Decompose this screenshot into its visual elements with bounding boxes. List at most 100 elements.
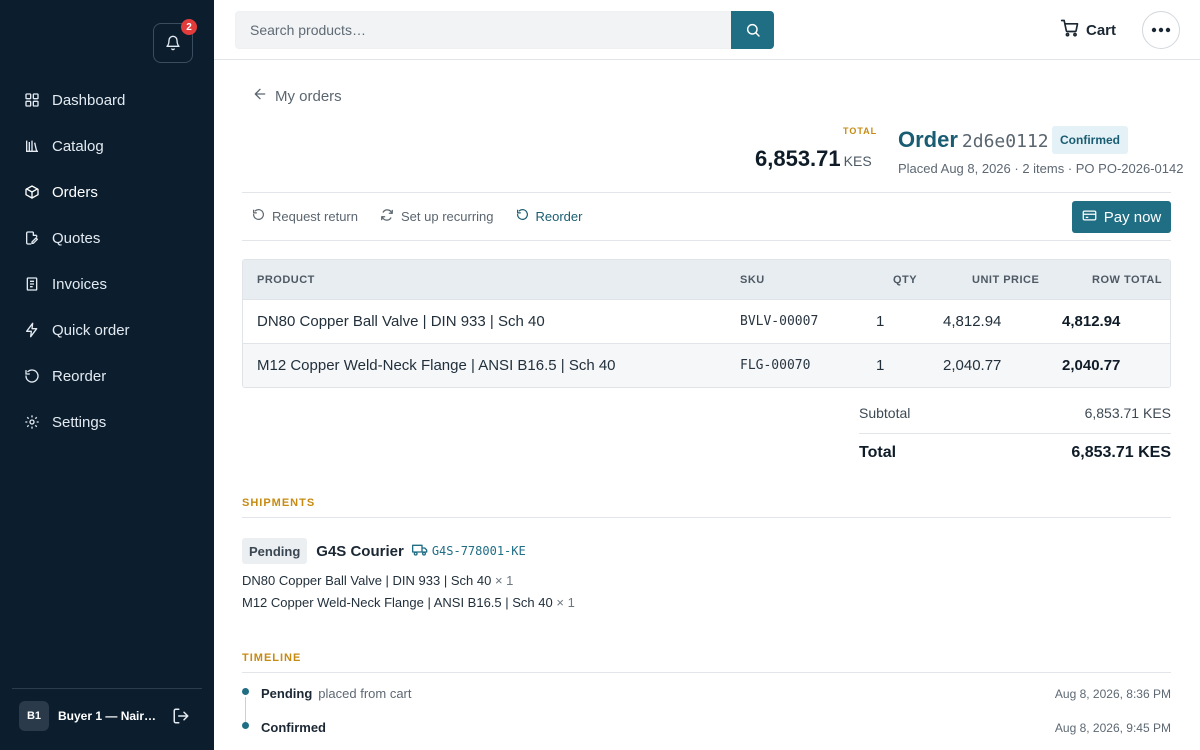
request-return-button[interactable]: Request return <box>252 208 358 224</box>
timeline-dot <box>242 722 249 729</box>
timeline-event: Pending placed from cart <box>261 686 411 701</box>
product-sku: FLG-00070 <box>740 358 811 373</box>
quote-icon <box>24 230 40 246</box>
setup-recurring-label: Set up recurring <box>401 208 494 224</box>
sidebar-item-label: Orders <box>52 183 98 201</box>
sidebar-divider <box>12 688 202 689</box>
total-row: Total 6,853.71 KES <box>859 443 1171 463</box>
product-row-total: 4,812.94 <box>1062 313 1121 330</box>
product-sku: BVLV-00007 <box>740 314 819 329</box>
reorder-button[interactable]: Reorder <box>516 208 583 224</box>
courier-name: G4S Courier <box>316 542 404 560</box>
header-sku: SKU <box>740 273 765 286</box>
catalog-icon <box>24 138 40 154</box>
back-label: My orders <box>275 87 342 105</box>
sidebar-item-label: Quotes <box>52 229 101 247</box>
sidebar-item-reorder[interactable]: Reorder <box>0 353 214 399</box>
reorder-label: Reorder <box>535 208 583 224</box>
order-total-currency: KES <box>843 153 872 169</box>
order-meta: Placed Aug 8, 2026 · 2 items · PO PO-202… <box>898 161 1184 176</box>
pay-now-button[interactable]: Pay now <box>1072 201 1171 233</box>
back-to-orders-link[interactable]: My orders <box>252 86 342 106</box>
sidebar-item-invoices[interactable]: Invoices <box>0 261 214 307</box>
status-badge: Confirmed <box>1052 126 1128 154</box>
notification-count-badge: 2 <box>181 19 197 35</box>
table-row: DN80 Copper Ball Valve | DIN 933 | Sch 4… <box>243 299 1170 343</box>
search-box <box>235 11 732 49</box>
total-label: TOTAL <box>843 126 878 136</box>
table-row: M12 Copper Weld-Neck Flange | ANSI B16.5… <box>243 343 1170 387</box>
shipment-item: M12 Copper Weld-Neck Flange | ANSI B16.5… <box>242 595 575 610</box>
divider <box>242 672 1171 673</box>
sidebar-item-quotes[interactable]: Quotes <box>0 215 214 261</box>
order-id: 2d6e0112 <box>961 131 1049 152</box>
divider <box>859 433 1171 434</box>
sidebar-item-dashboard[interactable]: Dashboard <box>0 77 214 123</box>
product-qty: 1 <box>876 313 885 330</box>
product-name: DN80 Copper Ball Valve | DIN 933 | Sch 4… <box>257 313 545 330</box>
pay-now-label: Pay now <box>1103 208 1162 226</box>
table-header: PRODUCT SKU QTY UNIT PRICE ROW TOTAL <box>243 260 1170 299</box>
divider <box>242 517 1171 518</box>
total-row-value: 6,853.71 KES <box>1071 444 1171 461</box>
logout-icon[interactable] <box>172 707 190 725</box>
user-name: Buyer 1 — Nairobi <box>58 709 158 723</box>
tracking-link[interactable]: G4S-778001-KE <box>411 543 526 560</box>
user-profile[interactable]: B1 Buyer 1 — Nairobi <box>19 701 199 731</box>
arrow-left-icon <box>252 86 268 106</box>
shipment-item-qty: × 1 <box>494 573 514 588</box>
subtotal-row: Subtotal 6,853.71 KES <box>859 403 1171 423</box>
search-button[interactable] <box>731 11 774 49</box>
shipment-item-qty: × 1 <box>556 595 575 610</box>
bolt-icon <box>24 322 40 338</box>
timeline-time: Aug 8, 2026, 8:36 PM <box>1054 687 1171 701</box>
order-total-amount: 6,853.71 <box>755 146 841 171</box>
order-total: 6,853.71 KES <box>755 146 872 172</box>
product-name: M12 Copper Weld-Neck Flange | ANSI B16.5… <box>257 357 616 374</box>
sidebar-item-orders[interactable]: Orders <box>0 169 214 215</box>
truck-icon <box>411 543 428 560</box>
search-input[interactable] <box>236 12 731 48</box>
sidebar-item-label: Settings <box>52 413 107 431</box>
sidebar-item-settings[interactable]: Settings <box>0 399 214 445</box>
sidebar-item-catalog[interactable]: Catalog <box>0 123 214 169</box>
divider <box>242 192 1171 193</box>
shipment-item: DN80 Copper Ball Valve | DIN 933 | Sch 4… <box>242 573 513 588</box>
credit-card-icon <box>1082 208 1097 227</box>
shipment-header: Pending G4S Courier G4S-778001-KE <box>242 538 526 564</box>
gear-icon <box>24 414 40 430</box>
subtotal-value: 6,853.71 KES <box>1084 405 1171 421</box>
bell-icon <box>166 35 180 51</box>
undo-icon <box>252 208 265 224</box>
product-row-total: 2,040.77 <box>1062 357 1121 374</box>
divider <box>242 240 1171 241</box>
setup-recurring-button[interactable]: Set up recurring <box>380 208 494 225</box>
cart-icon <box>1060 18 1080 42</box>
header-product: PRODUCT <box>257 273 315 286</box>
sidebar-item-label: Dashboard <box>52 91 126 109</box>
sidebar: 2 Dashboard Catalog Orders Quotes Invoic… <box>0 0 214 750</box>
subtotal-label: Subtotal <box>859 405 911 421</box>
shipment-item-name: M12 Copper Weld-Neck Flange | ANSI B16.5… <box>242 595 553 610</box>
refresh-icon <box>380 208 394 225</box>
tracking-number: G4S-778001-KE <box>431 544 526 558</box>
invoice-icon <box>24 276 40 292</box>
order-items-table: PRODUCT SKU QTY UNIT PRICE ROW TOTAL DN8… <box>242 259 1171 388</box>
reorder-icon <box>516 208 529 224</box>
order-actions: Request return Set up recurring Reorder <box>252 205 604 227</box>
cart-button[interactable]: Cart <box>1060 18 1116 42</box>
sidebar-item-label: Invoices <box>52 275 108 293</box>
sidebar-item-label: Catalog <box>52 137 104 155</box>
timeline-event: Confirmed <box>261 720 326 735</box>
page-title: Order 2d6e0112 <box>898 127 1049 153</box>
header-row-total: ROW TOTAL <box>1092 273 1163 286</box>
timeline-status: Confirmed <box>261 720 326 735</box>
sidebar-item-label: Quick order <box>52 321 130 339</box>
total-row-label: Total <box>859 444 897 461</box>
more-horizontal-icon <box>1151 27 1171 33</box>
product-unit-price: 2,040.77 <box>943 357 1002 374</box>
sidebar-item-quick-order[interactable]: Quick order <box>0 307 214 353</box>
more-options-button[interactable] <box>1142 11 1180 49</box>
product-qty: 1 <box>876 357 885 374</box>
avatar: B1 <box>19 701 49 731</box>
